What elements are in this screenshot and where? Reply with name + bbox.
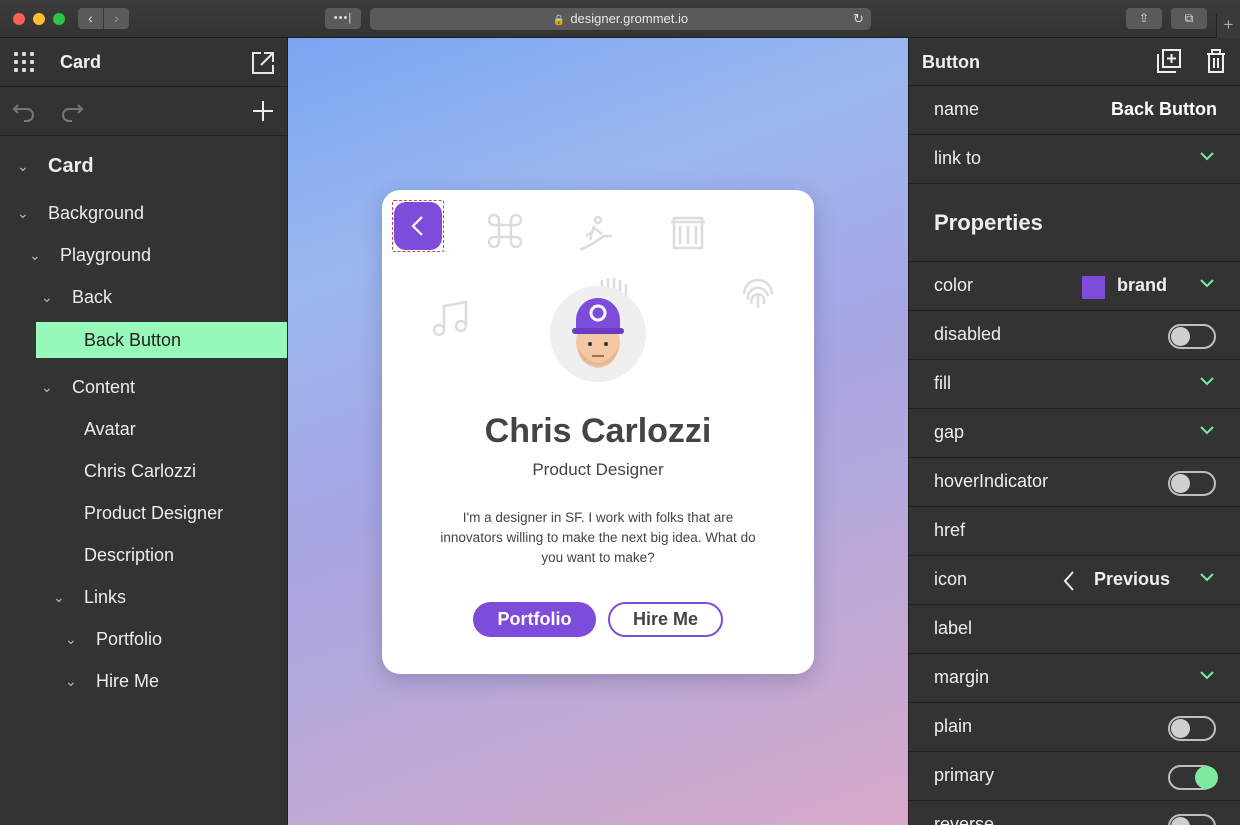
tree-item-back[interactable]: ⌄ Back [0, 279, 287, 315]
card-name: Chris Carlozzi [484, 412, 712, 450]
prop-row-label[interactable]: label [909, 605, 1240, 654]
chevron-down-icon[interactable] [1199, 373, 1215, 389]
prop-row-disabled[interactable]: disabled [909, 311, 1240, 360]
properties-section-header: Properties [909, 184, 1240, 262]
window-close-button[interactable] [13, 13, 25, 25]
component-type-title: Button [922, 52, 980, 72]
color-swatch [1082, 276, 1105, 299]
show-tabs-button[interactable]: ⧉ [1171, 8, 1207, 29]
escalator-icon [579, 215, 612, 252]
chevron-down-icon[interactable]: ⌄ [29, 237, 43, 273]
chevron-left-icon [411, 216, 423, 236]
prop-row-primary[interactable]: primary [909, 752, 1240, 801]
back-button[interactable] [392, 200, 444, 252]
plain-toggle[interactable] [1168, 716, 1216, 741]
window-zoom-button[interactable] [53, 13, 65, 25]
chevron-down-icon[interactable] [1199, 422, 1215, 438]
tree-item-back-button[interactable]: Back Button [36, 322, 287, 358]
prop-row-gap[interactable]: gap [909, 409, 1240, 458]
portfolio-button[interactable]: Portfolio [473, 602, 596, 637]
address-bar[interactable]: 🔒 designer.grommet.io ↻ [370, 8, 871, 30]
disabled-toggle[interactable] [1168, 324, 1216, 349]
avatar-illustration-icon [550, 286, 646, 382]
prop-row-name[interactable]: name Back Button [909, 86, 1240, 135]
add-icon[interactable] [251, 99, 275, 123]
tree-item-description[interactable]: Description [0, 537, 287, 573]
address-url: designer.grommet.io [570, 11, 689, 26]
reader-menu-button[interactable]: •••| [325, 8, 361, 29]
card-role: Product Designer [532, 460, 664, 479]
tree-item-name[interactable]: Chris Carlozzi [0, 453, 287, 489]
chevron-down-icon[interactable]: ⌄ [41, 369, 55, 405]
prop-row-plain[interactable]: plain [909, 703, 1240, 752]
trash-icon[interactable] [1204, 48, 1228, 74]
new-tab-button[interactable]: + [1216, 14, 1240, 38]
tree-item-hire-me[interactable]: ⌄ Hire Me [0, 663, 287, 699]
chevron-down-icon[interactable] [1199, 275, 1215, 291]
chevron-left-icon [1063, 571, 1074, 591]
tree-item-links[interactable]: ⌄ Links [0, 579, 287, 615]
icon-value: Previous [1094, 569, 1171, 589]
prop-row-href[interactable]: href [909, 507, 1240, 556]
chevron-down-icon[interactable]: ⌄ [53, 579, 67, 615]
layers-header: Card [0, 38, 287, 87]
tree-item-avatar[interactable]: Avatar [0, 411, 287, 447]
browser-titlebar: ‹ › •••| 🔒 designer.grommet.io ↻ ⇧ ⧉ + [0, 0, 1240, 38]
reload-icon[interactable]: ↻ [853, 8, 864, 30]
music-note-icon [432, 300, 468, 337]
chevron-down-icon[interactable] [1199, 148, 1215, 164]
chevron-down-icon[interactable] [1199, 569, 1215, 585]
prop-row-fill[interactable]: fill [909, 360, 1240, 409]
prop-row-icon[interactable]: icon Previous [909, 556, 1240, 605]
command-icon [487, 213, 523, 249]
layers-toolbar [0, 87, 287, 136]
share-out-icon[interactable] [250, 50, 276, 76]
avatar [550, 286, 646, 382]
prop-row-margin[interactable]: margin [909, 654, 1240, 703]
prop-row-color[interactable]: color brand [909, 262, 1240, 311]
fingerprint-icon [742, 278, 774, 308]
prop-row-reverse[interactable]: reverse [909, 801, 1240, 825]
profile-card[interactable]: Chris Carlozzi Product Designer I'm a de… [382, 190, 814, 674]
primary-toggle[interactable] [1168, 765, 1218, 790]
tree-item-playground[interactable]: ⌄ Playground [0, 237, 287, 273]
properties-header: Button [909, 38, 1240, 86]
chevron-down-icon[interactable]: ⌄ [65, 621, 79, 657]
card-description: I'm a designer in SF. I work with folks … [440, 510, 756, 565]
reverse-toggle[interactable] [1168, 814, 1216, 825]
chevron-down-icon[interactable]: ⌄ [17, 148, 31, 184]
browser-back-button[interactable]: ‹ [78, 8, 103, 29]
tree-item-card[interactable]: ⌄ Card [0, 148, 287, 184]
duplicate-icon[interactable] [1156, 48, 1182, 74]
design-canvas[interactable]: Chris Carlozzi Product Designer I'm a de… [288, 38, 908, 825]
chevron-down-icon[interactable]: ⌄ [41, 279, 55, 315]
browser-forward-button[interactable]: › [104, 8, 129, 29]
chevron-down-icon[interactable] [1199, 667, 1215, 683]
apps-grid-icon[interactable] [14, 52, 34, 72]
window-minimize-button[interactable] [33, 13, 45, 25]
design-title[interactable]: Card [60, 52, 101, 73]
tree-item-background[interactable]: ⌄ Background [0, 195, 287, 231]
chevron-down-icon[interactable]: ⌄ [65, 663, 79, 699]
hire-me-button[interactable]: Hire Me [608, 602, 723, 637]
chevron-down-icon[interactable]: ⌄ [17, 195, 31, 231]
layers-panel: Card ⌄ Card ⌄ Background ⌄ Playground ⌄ … [0, 38, 288, 825]
color-value: brand [1117, 275, 1168, 295]
share-button[interactable]: ⇧ [1126, 8, 1162, 29]
hover-indicator-toggle[interactable] [1168, 471, 1216, 496]
prop-row-hover-indicator[interactable]: hoverIndicator [909, 458, 1240, 507]
redo-icon[interactable] [60, 99, 84, 123]
properties-panel: Button name Back Button link to Properti… [908, 38, 1240, 825]
trash-can-icon [671, 216, 705, 250]
tree-item-content[interactable]: ⌄ Content [0, 369, 287, 405]
name-value[interactable]: Back Button [1111, 99, 1217, 120]
undo-icon[interactable] [12, 99, 36, 123]
lock-icon: 🔒 [552, 15, 566, 26]
prop-row-link-to[interactable]: link to [909, 135, 1240, 184]
tree-item-role[interactable]: Product Designer [0, 495, 287, 531]
tree-item-portfolio[interactable]: ⌄ Portfolio [0, 621, 287, 657]
